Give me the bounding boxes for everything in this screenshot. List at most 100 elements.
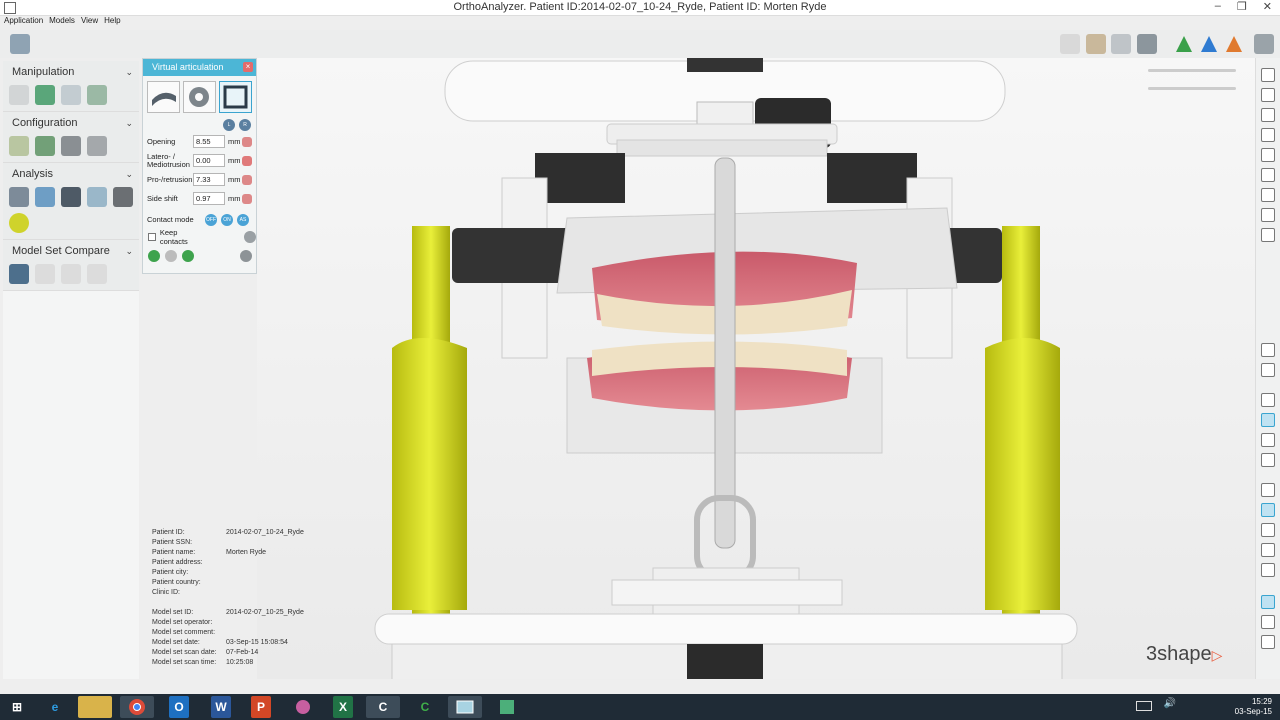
brush-icon[interactable] bbox=[61, 264, 81, 284]
jaw-lower-icon[interactable] bbox=[1261, 433, 1275, 447]
frame-view-button[interactable] bbox=[219, 81, 252, 113]
clock-date[interactable]: 03-Sep-15 bbox=[1235, 707, 1272, 717]
upper-jaw-green-icon[interactable] bbox=[1174, 34, 1194, 54]
contact-mode-as[interactable]: AS bbox=[237, 213, 249, 226]
camera-view-icon[interactable] bbox=[1261, 343, 1275, 357]
paint-icon[interactable] bbox=[286, 696, 320, 718]
ie-icon[interactable]: e bbox=[38, 696, 72, 718]
play-icon[interactable] bbox=[148, 250, 160, 262]
marker-icon[interactable] bbox=[9, 213, 29, 233]
hand-icon[interactable] bbox=[242, 136, 252, 147]
rotate-tool-icon[interactable] bbox=[1261, 595, 1275, 609]
keep-contacts-checkbox[interactable] bbox=[148, 233, 156, 241]
word-icon[interactable]: W bbox=[211, 696, 231, 718]
shield-icon[interactable] bbox=[1261, 563, 1275, 577]
explorer-icon[interactable] bbox=[78, 696, 112, 718]
section-header-model-set-compare[interactable]: Model Set Compare ⌄ bbox=[3, 240, 139, 262]
hand-icon[interactable] bbox=[242, 174, 252, 185]
clock-time[interactable]: 15:29 bbox=[1235, 697, 1272, 707]
align-icon[interactable] bbox=[61, 85, 81, 105]
plane-icon[interactable] bbox=[61, 187, 81, 207]
swap-icon[interactable] bbox=[87, 85, 107, 105]
pan-icon[interactable] bbox=[1261, 615, 1275, 629]
upper-jaw-blue-icon[interactable] bbox=[1199, 34, 1219, 54]
left-side-toggle[interactable]: L bbox=[223, 119, 235, 131]
rotate-icon[interactable] bbox=[35, 85, 55, 105]
screen-icon[interactable] bbox=[1254, 34, 1274, 54]
jaw-both-icon[interactable] bbox=[1261, 453, 1275, 467]
contact-mode-on[interactable]: ON bbox=[221, 213, 233, 226]
laterotrusion-field[interactable]: 0.00 bbox=[193, 154, 225, 167]
minimize-button[interactable]: ‒ bbox=[1215, 0, 1221, 13]
articulator-jaw-button[interactable] bbox=[147, 81, 180, 113]
transparency-slider-upper[interactable] bbox=[1148, 69, 1236, 72]
zoom-icon[interactable] bbox=[1261, 188, 1275, 202]
contact-mode-off[interactable]: OFF bbox=[205, 213, 217, 226]
close-icon[interactable]: × bbox=[243, 62, 253, 72]
gear-view-icon[interactable] bbox=[1111, 34, 1131, 54]
save-icon[interactable] bbox=[10, 34, 30, 54]
tooth-icon[interactable] bbox=[87, 136, 107, 156]
view-left-icon[interactable] bbox=[1261, 108, 1275, 122]
menu-view[interactable]: View bbox=[81, 16, 98, 30]
opening-field[interactable]: 8.55 bbox=[193, 135, 225, 148]
close-button[interactable]: ✕ bbox=[1263, 0, 1272, 13]
ruler-icon[interactable] bbox=[9, 187, 29, 207]
chrome-icon[interactable] bbox=[120, 696, 154, 718]
upper-jaw-orange-icon[interactable] bbox=[1224, 34, 1244, 54]
view-bottom-icon[interactable] bbox=[1261, 168, 1275, 182]
options-gear-icon[interactable] bbox=[240, 250, 252, 262]
restore-button[interactable]: ❐ bbox=[1237, 0, 1247, 13]
hand-icon[interactable] bbox=[242, 155, 252, 166]
hand-icon[interactable] bbox=[1086, 34, 1106, 54]
menu-models[interactable]: Models bbox=[49, 16, 75, 30]
cube-icon[interactable] bbox=[87, 187, 107, 207]
menu-help[interactable]: Help bbox=[104, 16, 120, 30]
compare-icon[interactable] bbox=[9, 264, 29, 284]
zoom-tool-icon[interactable] bbox=[1261, 635, 1275, 649]
section-header-analysis[interactable]: Analysis ⌄ bbox=[3, 163, 139, 185]
transparency-slider-lower[interactable] bbox=[1148, 87, 1236, 90]
wand-icon[interactable] bbox=[35, 264, 55, 284]
powerpoint-icon[interactable]: P bbox=[251, 696, 271, 718]
speaker-icon[interactable]: 🔊 bbox=[1164, 699, 1176, 709]
scanner-icon[interactable] bbox=[113, 187, 133, 207]
settings-gear-button[interactable] bbox=[183, 81, 216, 113]
outlook-icon[interactable]: O bbox=[169, 696, 189, 718]
hand-icon[interactable] bbox=[242, 193, 252, 204]
right-side-toggle[interactable]: R bbox=[239, 119, 251, 131]
jaw-upper-icon[interactable] bbox=[1261, 393, 1275, 407]
camera-icon[interactable] bbox=[1137, 34, 1157, 54]
start-icon[interactable]: ⊞ bbox=[0, 696, 34, 718]
protrusion-field[interactable]: 7.33 bbox=[193, 173, 225, 186]
excel-icon[interactable]: X bbox=[333, 696, 353, 718]
axis-icon[interactable] bbox=[9, 136, 29, 156]
hourglass-icon[interactable] bbox=[61, 136, 81, 156]
base-icon[interactable] bbox=[35, 136, 55, 156]
graph-icon[interactable] bbox=[35, 187, 55, 207]
view-front-icon[interactable] bbox=[1261, 68, 1275, 82]
layer-icon[interactable] bbox=[1261, 543, 1275, 557]
view-right-icon[interactable] bbox=[1261, 128, 1275, 142]
section-header-configuration[interactable]: Configuration ⌄ bbox=[3, 112, 139, 134]
orthoanalyzer-icon[interactable] bbox=[448, 696, 482, 718]
side-shift-field[interactable]: 0.97 bbox=[193, 192, 225, 205]
camtasia-icon[interactable]: C bbox=[366, 696, 400, 718]
model-icon[interactable] bbox=[87, 264, 107, 284]
lasso-icon[interactable] bbox=[1261, 363, 1275, 377]
reset-icon[interactable] bbox=[244, 231, 256, 243]
view-back-icon[interactable] bbox=[1261, 88, 1275, 102]
section-header-manipulation[interactable]: Manipulation ⌄ bbox=[3, 61, 139, 83]
rotate-view-icon[interactable] bbox=[1261, 228, 1275, 242]
keyboard-icon[interactable] bbox=[1136, 701, 1152, 711]
replay-icon[interactable] bbox=[182, 250, 194, 262]
app-icon[interactable] bbox=[490, 696, 524, 718]
3d-viewport[interactable] bbox=[257, 58, 1255, 679]
move-icon[interactable] bbox=[9, 85, 29, 105]
camtasia-recorder-icon[interactable]: C bbox=[408, 696, 442, 718]
view-box-icon[interactable] bbox=[1060, 34, 1080, 54]
view-top-icon[interactable] bbox=[1261, 148, 1275, 162]
copy-icon[interactable] bbox=[1261, 523, 1275, 537]
section-icon[interactable] bbox=[1261, 483, 1275, 497]
menu-application[interactable]: Application bbox=[4, 16, 43, 30]
